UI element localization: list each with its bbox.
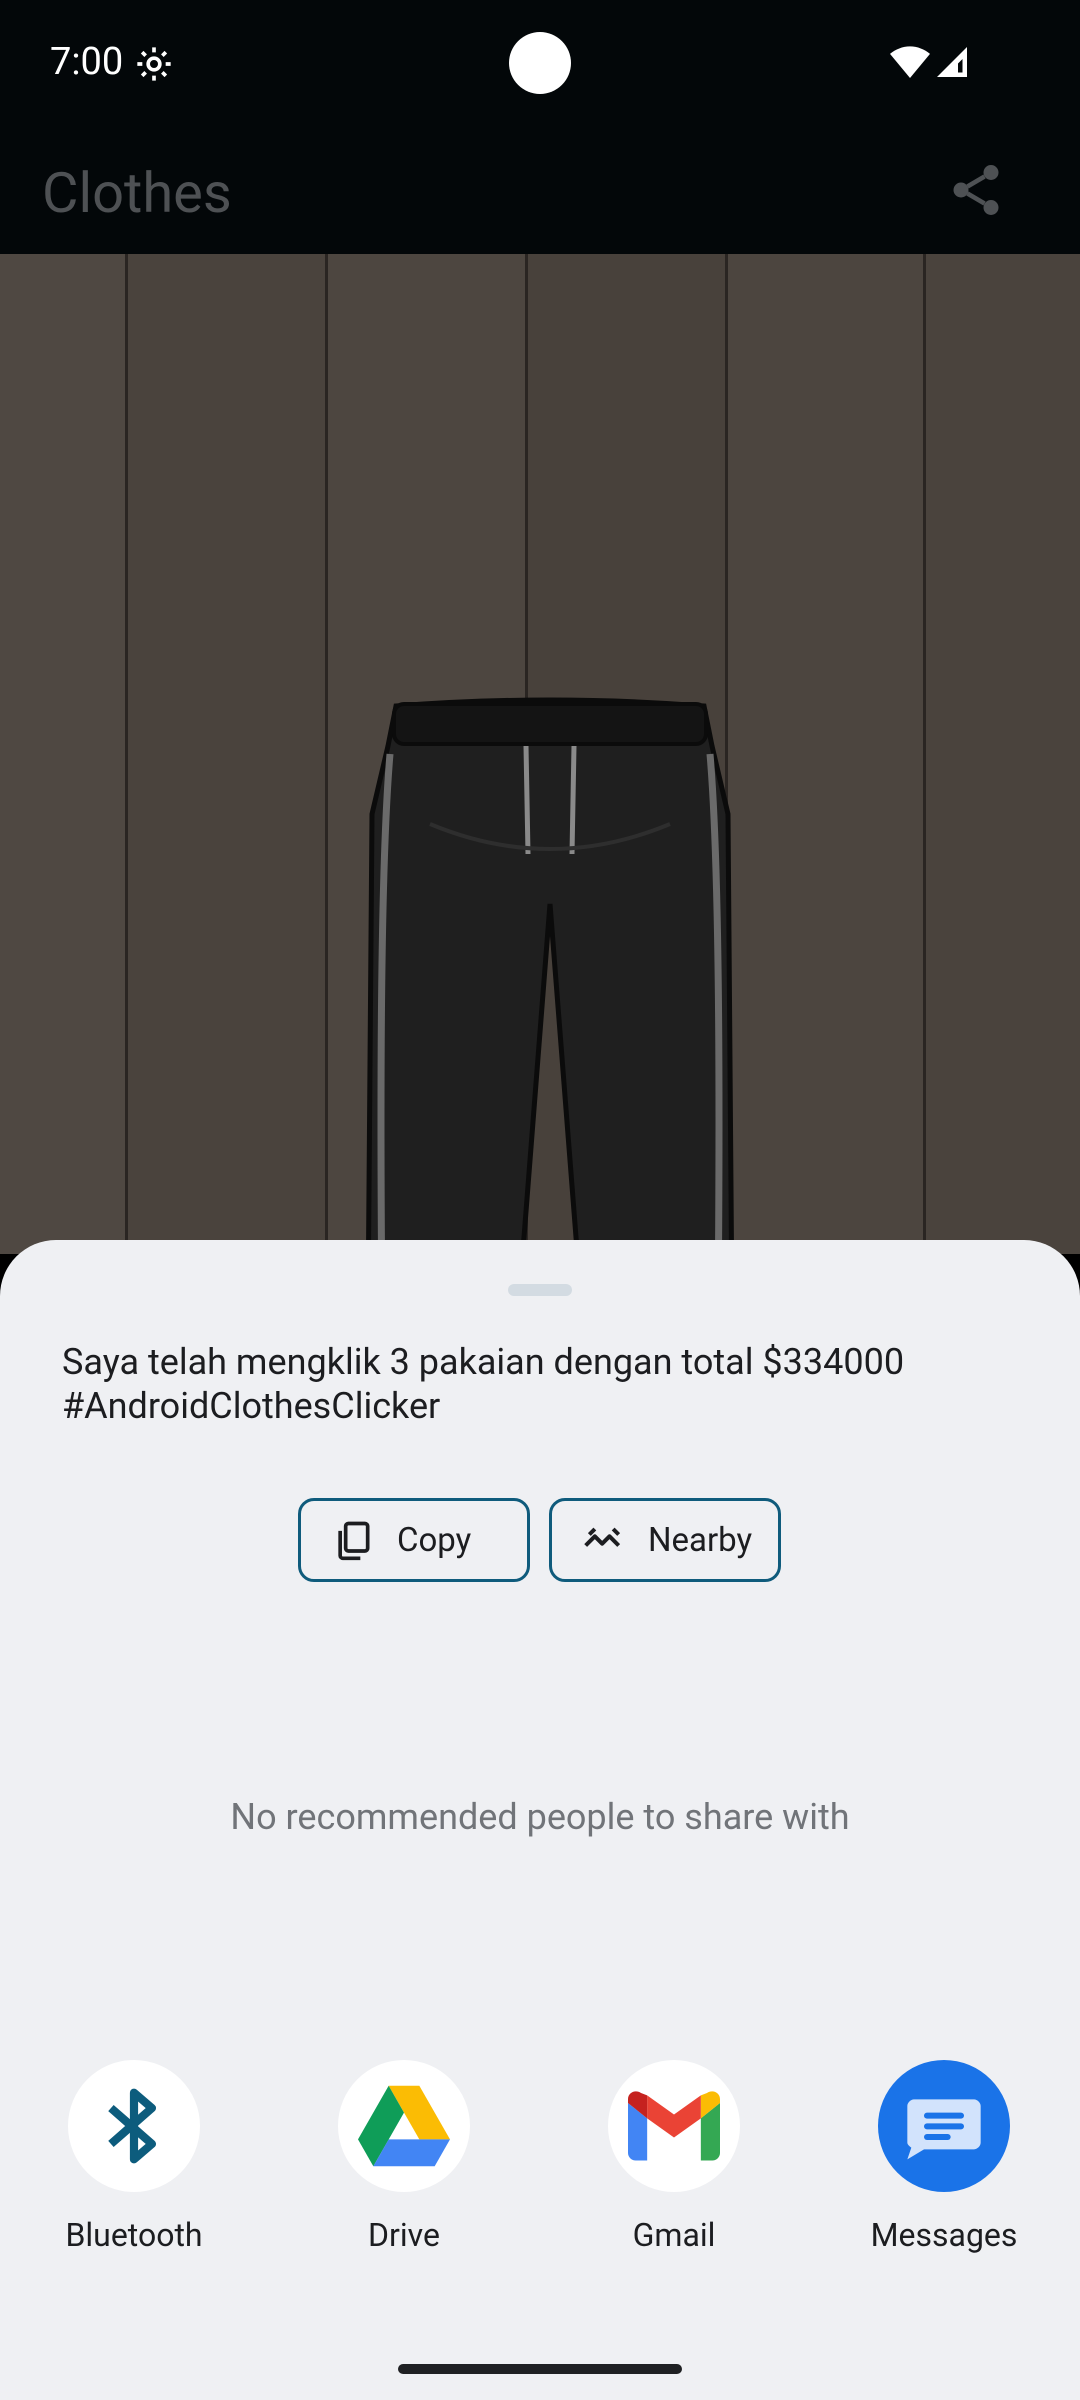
drive-icon [358,2085,450,2167]
app-label: Drive [368,2216,440,2254]
share-preview-text: Saya telah mengklik 3 pakaian dengan tot… [62,1341,905,1427]
app-target-bluetooth[interactable]: Bluetooth [34,2060,234,2254]
bluetooth-icon [108,2088,157,2164]
wood-plank [728,254,926,1254]
share-sheet: Saya telah mengklik 3 pakaian dengan tot… [0,1240,1080,2400]
copy-button[interactable]: Copy [298,1498,530,1582]
cell-signal-icon [937,47,967,77]
app-label: Gmail [632,2216,716,2254]
copy-icon [338,1521,370,1561]
gmail-icon [628,2091,720,2161]
wood-plank [128,254,328,1254]
wood-plank [926,254,1080,1254]
nearby-button[interactable]: Nearby [549,1498,781,1582]
pants-illustration [365,697,735,1254]
clothing-image [0,254,1080,1254]
wood-plank [0,254,128,1254]
app-targets-row: Bluetooth Drive Gmail Messages [0,2060,1080,2280]
app-label: Bluetooth [65,2216,203,2254]
messages-app-circle [878,2060,1010,2192]
status-bar: 7:00 [0,0,1080,130]
drive-app-circle [338,2060,470,2192]
no-recommendations-text: No recommended people to share with [230,1796,850,1838]
gesture-nav-handle[interactable] [398,2364,682,2374]
share-icon[interactable] [946,160,1006,220]
settings-gear-icon [137,47,171,81]
nearby-icon [584,1527,621,1547]
app-label: Messages [870,2216,1018,2254]
camera-cutout [509,32,571,94]
app-target-gmail[interactable]: Gmail [574,2060,774,2254]
app-title: Clothes [42,160,232,226]
bluetooth-app-circle [68,2060,200,2192]
status-time: 7:00 [50,40,124,84]
nearby-label: Nearby [648,1520,753,1560]
wifi-icon [890,46,930,78]
app-target-messages[interactable]: Messages [844,2060,1044,2254]
app-bar: Clothes [0,130,1080,254]
messages-icon [907,2099,981,2160]
copy-label: Copy [397,1520,472,1560]
gmail-app-circle [608,2060,740,2192]
drag-handle[interactable] [508,1284,572,1296]
app-target-drive[interactable]: Drive [304,2060,504,2254]
